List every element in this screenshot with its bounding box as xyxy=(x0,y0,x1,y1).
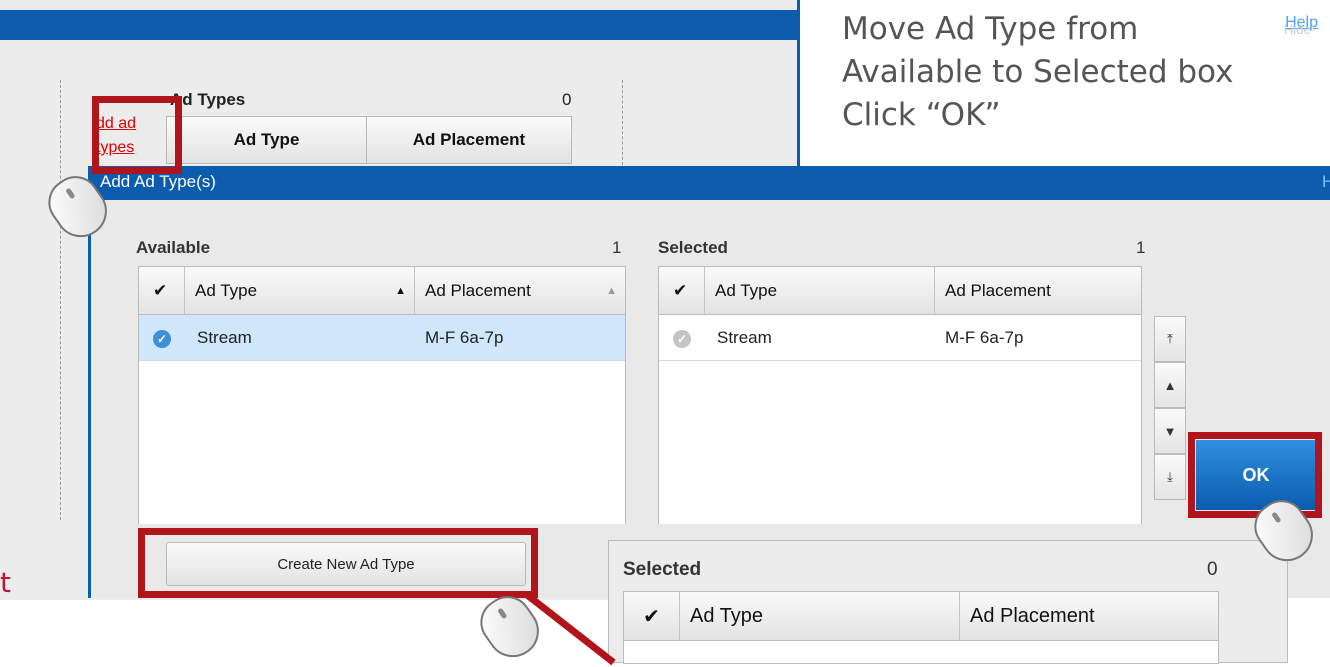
check-icon[interactable]: ✓ xyxy=(139,328,185,348)
zoom-selected-count: 0 xyxy=(1207,559,1218,580)
zoom-selected-label: Selected xyxy=(623,559,702,580)
column-ad-placement[interactable]: Ad Placement xyxy=(960,592,1218,640)
cell-ad-placement: M-F 6a-7p xyxy=(425,327,504,347)
zoom-grid-header: ✔ Ad Type Ad Placement xyxy=(623,591,1219,641)
move-up-icon[interactable]: ▲ xyxy=(1154,362,1186,408)
column-ad-type[interactable]: Ad Type ▲ xyxy=(185,267,415,314)
dialog-title: Add Ad Type(s) xyxy=(100,172,216,191)
selected-grid: ✔ Ad Type Ad Placement ✓ Stream M-F 6a-7… xyxy=(658,266,1142,526)
instruction-line: Move Ad Type from xyxy=(842,11,1139,47)
divider xyxy=(622,80,623,165)
instruction-line: Available to Selected box xyxy=(842,54,1234,90)
sort-icon[interactable]: ▲ xyxy=(606,285,617,297)
dialog-titlebar xyxy=(88,166,1330,200)
move-top-icon[interactable]: ⤒ xyxy=(1154,316,1186,362)
reorder-controls: ⤒ ▲ ▼ ⤓ xyxy=(1154,316,1186,500)
selected-label: Selected xyxy=(658,238,728,257)
background-titlebar xyxy=(0,10,800,40)
partial-text: t xyxy=(0,566,11,599)
check-icon[interactable]: ✔ xyxy=(139,267,185,314)
ad-types-count: 0 xyxy=(562,90,572,109)
cell-ad-type: Stream xyxy=(197,327,252,347)
column-ad-placement[interactable]: Ad Placement xyxy=(935,267,1141,314)
highlight-create-button xyxy=(138,528,538,598)
divider xyxy=(60,80,61,520)
selected-count: 1 xyxy=(1136,238,1146,257)
check-icon[interactable]: ✓ xyxy=(659,328,705,348)
zoom-grid-body xyxy=(623,641,1219,664)
cell-ad-type: Stream xyxy=(717,327,772,347)
available-label: Available xyxy=(136,238,211,257)
table-row[interactable]: ✓ Stream M-F 6a-7p xyxy=(659,315,1141,361)
column-label: Ad Placement xyxy=(425,280,531,300)
move-down-icon[interactable]: ▼ xyxy=(1154,408,1186,454)
available-grid-header: ✔ Ad Type ▲ Ad Placement ▲ xyxy=(139,267,625,315)
check-icon[interactable]: ✔ xyxy=(659,267,705,314)
column-ad-type[interactable]: Ad Type xyxy=(680,592,960,640)
move-bottom-icon[interactable]: ⤓ xyxy=(1154,454,1186,500)
column-ad-placement[interactable]: Ad Placement ▲ xyxy=(415,267,625,314)
selected-grid-header: ✔ Ad Type Ad Placement xyxy=(659,267,1141,315)
available-count: 1 xyxy=(612,238,622,257)
table-row[interactable]: ✓ Stream M-F 6a-7p xyxy=(139,315,625,361)
dialog-help-link[interactable]: H xyxy=(1322,172,1330,192)
column-ad-placement[interactable]: Ad Placement xyxy=(367,117,571,163)
instructions-text: Move Ad Type from Available to Selected … xyxy=(842,8,1330,137)
ad-types-grid-header: Ad Type Ad Placement xyxy=(166,116,572,164)
zoomed-selected-panel: Selected 0 ✔ Ad Type Ad Placement xyxy=(608,540,1288,664)
cell-ad-placement: M-F 6a-7p xyxy=(945,327,1024,347)
instruction-line: Click “OK” xyxy=(842,97,1001,133)
check-icon[interactable]: ✔ xyxy=(624,592,680,640)
sort-icon[interactable]: ▲ xyxy=(395,285,406,297)
available-grid: ✔ Ad Type ▲ Ad Placement ▲ ✓ Stream M-F … xyxy=(138,266,626,526)
highlight-ok-button xyxy=(1188,432,1322,518)
column-ad-type[interactable]: Ad Type xyxy=(705,267,935,314)
highlight-add-link xyxy=(92,96,182,174)
column-label: Ad Type xyxy=(195,280,258,300)
hide-link[interactable]: Hide xyxy=(1284,22,1311,37)
column-ad-type[interactable]: Ad Type xyxy=(167,117,367,163)
